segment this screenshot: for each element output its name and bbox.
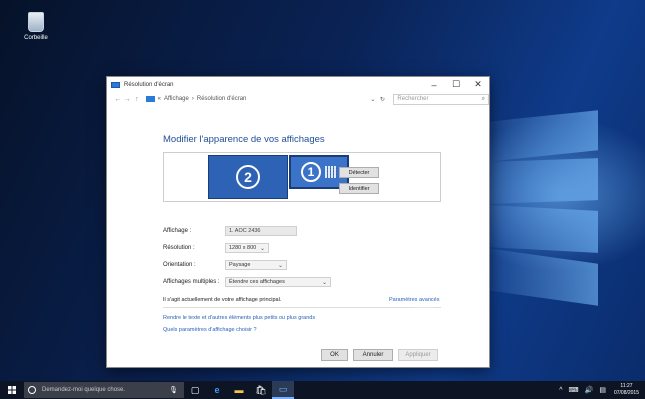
windows-logo-icon <box>8 386 16 394</box>
page-title: Modifier l'apparence de vos affichages <box>163 134 325 145</box>
file-explorer-icon[interactable]: ▬ <box>228 381 250 399</box>
minimize-button[interactable]: – <box>423 77 445 92</box>
search-input[interactable]: Rechercher ⌕ <box>393 93 490 105</box>
wallpaper-beam <box>488 158 598 204</box>
window-content: Modifier l'apparence de vos affichages 2… <box>107 106 489 368</box>
chevron-down-icon: ⌄ <box>321 279 327 286</box>
microphone-icon[interactable]: 🎙 <box>169 386 178 394</box>
chevron-down-icon: ⌄ <box>259 245 265 252</box>
cortana-placeholder: Demandez-moi quelque chose. <box>42 387 126 393</box>
display-settings-icon[interactable]: ▭ <box>272 381 294 399</box>
task-view-icon[interactable]: ▢ <box>184 381 206 399</box>
breadcrumb[interactable]: « Affichage › Résolution d'écran <box>145 96 371 102</box>
control-panel-icon <box>145 96 155 102</box>
screen-resolution-window: Résolution d'écran – ☐ ✕ ← → ↑ « Afficha… <box>106 76 490 368</box>
primary-display-info: Il s'agit actuellement de votre affichag… <box>163 297 282 303</box>
desktop-icon-label: Corbeille <box>24 35 48 41</box>
display-settings-help-link[interactable]: Quels paramètres d'affichage choisir ? <box>163 327 257 333</box>
multiple-displays-select[interactable]: Étendre ces affichages ⌄ <box>225 277 331 287</box>
wallpaper-beam <box>488 110 598 162</box>
chevron-down-icon: ⌄ <box>277 262 283 269</box>
orientation-value: Paysage <box>229 262 251 268</box>
address-bar: ← → ↑ « Affichage › Résolution d'écran ⌄… <box>107 92 490 106</box>
multiple-displays-label: Affichages multiples : <box>163 279 220 285</box>
search-icon: ⌕ <box>481 95 486 102</box>
title-bar[interactable]: Résolution d'écran – ☐ ✕ <box>107 77 489 92</box>
text-size-link[interactable]: Rendre le texte et d'autres éléments plu… <box>163 315 315 321</box>
breadcrumb-item-affichage[interactable]: Affichage <box>164 96 189 102</box>
edge-icon[interactable]: e <box>206 381 228 399</box>
wallpaper-beam <box>488 205 598 253</box>
close-button[interactable]: ✕ <box>467 77 489 92</box>
display-value: 1. AOC 2436 <box>229 228 261 234</box>
display-settings-icon <box>111 81 120 88</box>
show-hidden-icons-icon[interactable]: ^ <box>559 387 562 394</box>
orientation-select[interactable]: Paysage ⌄ <box>225 260 287 270</box>
taskbar: Demandez-moi quelque chose. 🎙 ▢ e ▬ 🛍 ▭ … <box>0 381 645 399</box>
orientation-row: Orientation : Paysage ⌄ <box>163 260 287 270</box>
refresh-icon[interactable]: ↻ <box>380 96 390 103</box>
display-label: Affichage : <box>163 228 192 234</box>
desktop-icon-recycle-bin[interactable]: Corbeille <box>16 12 56 41</box>
search-placeholder: Rechercher <box>397 96 429 102</box>
detect-button[interactable]: Détecter <box>339 167 379 178</box>
monitor-2[interactable]: 2 <box>208 155 288 199</box>
orientation-label: Orientation : <box>163 262 196 268</box>
wallpaper-beam <box>488 248 598 306</box>
clock-time: 11:27 <box>620 383 633 389</box>
desktop: Corbeille Résolution d'écran – ☐ ✕ ← → ↑… <box>0 0 645 381</box>
clock-date: 07/08/2015 <box>613 390 639 396</box>
monitor-number: 1 <box>301 162 321 182</box>
forward-arrow-icon[interactable]: → <box>123 96 133 103</box>
cortana-icon <box>28 386 36 394</box>
cancel-button[interactable]: Annuler <box>353 349 393 361</box>
multiple-displays-value: Étendre ces affichages <box>229 279 285 285</box>
advanced-settings-link[interactable]: Paramètres avancés <box>389 297 439 303</box>
network-icon[interactable]: ⌨ <box>569 386 579 394</box>
mouse-cursor-highlight <box>413 302 435 316</box>
start-button[interactable] <box>0 381 24 399</box>
identify-button[interactable]: Identifier <box>339 183 379 194</box>
resolution-select[interactable]: 1280 x 800 ⌄ <box>225 243 269 253</box>
display-row: Affichage : 1. AOC 2436 <box>163 226 297 236</box>
maximize-button[interactable]: ☐ <box>445 77 467 92</box>
system-tray: ^ ⌨ 🔊 ▤ 11:27 07/08/2015 <box>559 383 645 397</box>
breadcrumb-separator: › <box>191 96 194 102</box>
ok-button[interactable]: OK <box>321 349 348 361</box>
monitor-number: 2 <box>236 165 260 189</box>
multiple-displays-row: Affichages multiples : Étendre ces affic… <box>163 277 331 287</box>
display-arrangement-panel: 2 1 <box>163 152 441 202</box>
window-title: Résolution d'écran <box>124 81 174 88</box>
chevron-down-icon[interactable]: ⌄ <box>370 96 380 103</box>
recycle-bin-icon <box>28 12 44 32</box>
store-icon[interactable]: 🛍 <box>250 381 272 399</box>
divider <box>163 307 441 308</box>
up-arrow-icon[interactable]: ↑ <box>132 96 142 103</box>
apply-button: Appliquer <box>398 349 438 361</box>
display-select[interactable]: 1. AOC 2436 <box>225 226 297 236</box>
breadcrumb-item-resolution[interactable]: Résolution d'écran <box>197 96 247 102</box>
clock[interactable]: 11:27 07/08/2015 <box>614 383 639 397</box>
notifications-icon[interactable]: ▤ <box>599 386 606 394</box>
volume-icon[interactable]: 🔊 <box>585 386 594 394</box>
back-arrow-icon[interactable]: ← <box>113 96 123 103</box>
calculator-icon <box>325 166 337 178</box>
cortana-search-box[interactable]: Demandez-moi quelque chose. 🎙 <box>24 382 184 398</box>
breadcrumb-separator: « <box>157 96 161 102</box>
resolution-value: 1280 x 800 <box>229 245 257 251</box>
resolution-label: Résolution : <box>163 245 195 251</box>
resolution-row: Résolution : 1280 x 800 ⌄ <box>163 243 269 253</box>
